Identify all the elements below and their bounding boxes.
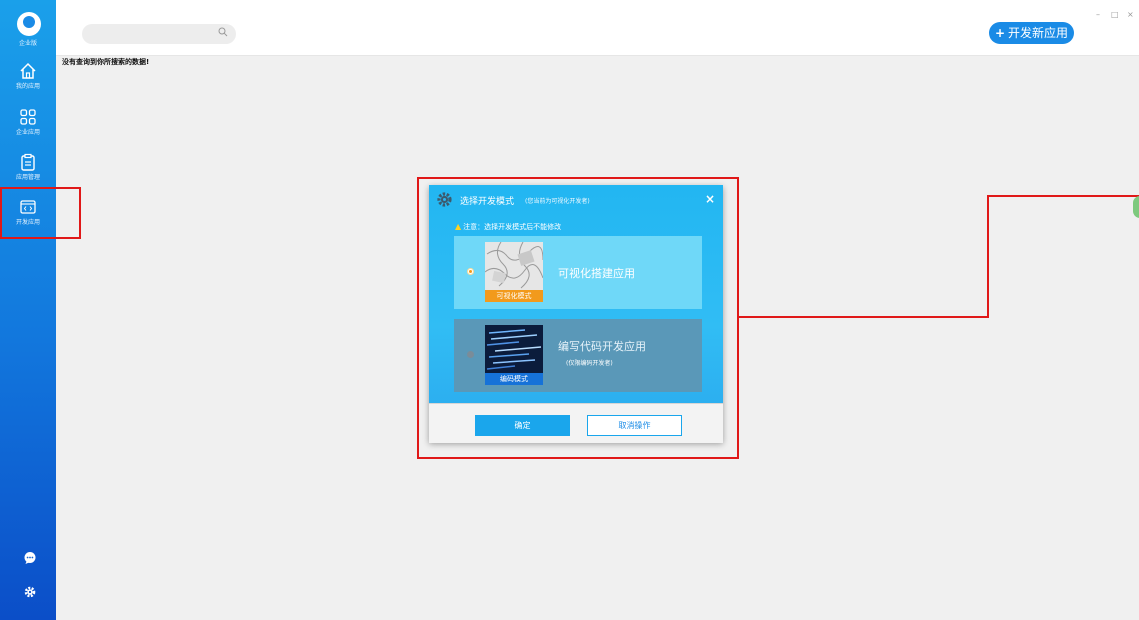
logo-label: 企业版 bbox=[18, 40, 37, 47]
radio-visual-selected[interactable] bbox=[467, 268, 474, 275]
cancel-button[interactable]: 取消操作 bbox=[587, 415, 682, 436]
floating-assistant-icon[interactable] bbox=[1133, 196, 1139, 218]
mode-option-visual[interactable]: 可视化模式 可视化搭建应用 bbox=[454, 236, 702, 309]
sidebar-item-label: 企业应用 bbox=[15, 129, 40, 136]
mode-note-code: (仅限编码开发者) bbox=[566, 360, 613, 367]
annotation-line bbox=[987, 195, 1139, 197]
sidebar-item-label: 我的应用 bbox=[15, 83, 40, 90]
top-bar: + 开发新应用 – □ × bbox=[56, 0, 1139, 56]
close-window-button[interactable]: × bbox=[1127, 10, 1134, 19]
mode-label-visual: 可视化搭建应用 bbox=[558, 267, 635, 280]
dialog-title: 选择开发模式 bbox=[460, 197, 515, 207]
settings-icon[interactable] bbox=[23, 585, 37, 599]
mode-label-code: 编写代码开发应用 bbox=[558, 340, 646, 353]
empty-notice: 没有查询到你所搜索的数据! bbox=[62, 58, 150, 66]
dialog-footer: 确定 取消操作 bbox=[429, 403, 723, 443]
logo-mark-icon bbox=[23, 16, 35, 28]
mode-option-code[interactable]: 编码模式 编写代码开发应用 (仅限编码开发者) bbox=[454, 319, 702, 392]
sidebar-item-my-apps[interactable]: 我的应用 bbox=[0, 62, 56, 106]
annotation-line bbox=[987, 195, 989, 318]
chat-icon[interactable] bbox=[23, 551, 37, 565]
mode-tag-visual: 可视化模式 bbox=[485, 290, 543, 302]
code-thumbnail: 编码模式 bbox=[485, 325, 543, 385]
plus-icon: + bbox=[994, 26, 1006, 40]
annotation-line bbox=[739, 316, 988, 318]
new-app-button[interactable]: + 开发新应用 bbox=[989, 22, 1074, 44]
select-mode-dialog: 选择开发模式 (您当前为可视化开发者) × ▲ 注意：选择开发模式后不能修改 可视… bbox=[429, 185, 723, 443]
minimize-button[interactable]: – bbox=[1096, 10, 1100, 19]
radio-code-unselected[interactable] bbox=[467, 351, 474, 358]
mode-tag-code: 编码模式 bbox=[485, 373, 543, 385]
home-icon bbox=[20, 62, 36, 79]
dialog-subtitle: (您当前为可视化开发者) bbox=[525, 198, 590, 205]
maximize-button[interactable]: □ bbox=[1111, 10, 1119, 19]
highlight-box-sidebar bbox=[0, 187, 81, 239]
search-input[interactable] bbox=[82, 24, 236, 44]
app-logo[interactable] bbox=[17, 12, 41, 36]
new-app-button-label: 开发新应用 bbox=[1008, 26, 1069, 40]
warning-text: 注意：选择开发模式后不能修改 bbox=[463, 223, 562, 231]
sidebar: 企业版 我的应用 企业应用 应用管理 开发应用 bbox=[0, 0, 56, 620]
sidebar-item-enterprise-apps[interactable]: 企业应用 bbox=[0, 108, 56, 152]
warning-icon: ▲ bbox=[455, 222, 462, 231]
puzzle-thumbnail: 可视化模式 bbox=[485, 242, 543, 302]
grid-icon bbox=[20, 109, 36, 125]
confirm-button[interactable]: 确定 bbox=[475, 415, 570, 436]
sidebar-item-label: 应用管理 bbox=[15, 174, 40, 181]
dialog-close-button[interactable]: × bbox=[705, 192, 715, 206]
clipboard-icon bbox=[21, 153, 35, 171]
search-icon[interactable] bbox=[218, 27, 228, 37]
gear-icon bbox=[437, 192, 452, 207]
dialog-warning: ▲ 注意：选择开发模式后不能修改 bbox=[455, 222, 561, 232]
